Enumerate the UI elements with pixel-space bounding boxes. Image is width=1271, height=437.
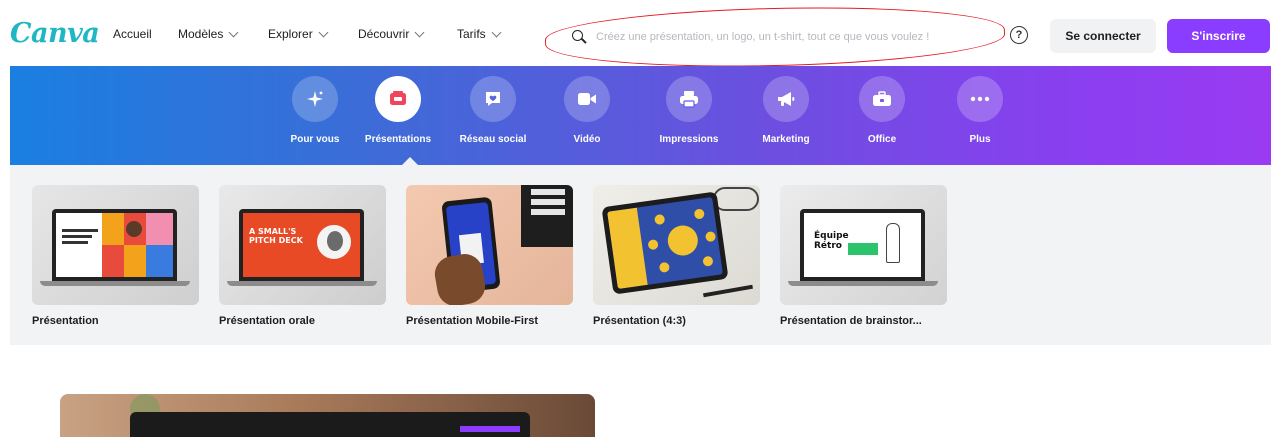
nav-tarifs-label: Tarifs <box>457 27 486 41</box>
category-impressions[interactable]: Impressions <box>643 76 735 145</box>
help-icon[interactable]: ? <box>1010 26 1028 44</box>
category-plus[interactable]: Plus <box>934 76 1026 145</box>
hero-preview-image <box>60 394 595 437</box>
briefcase-icon <box>859 76 905 122</box>
canva-logo[interactable]: Canva <box>10 18 100 49</box>
category-label: Plus <box>969 134 991 145</box>
chevron-down-icon <box>318 27 329 37</box>
printer-icon <box>666 76 712 122</box>
chevron-down-icon <box>228 27 239 37</box>
template-card-presentation-brainstorming[interactable]: Équipe Rétro Présentation de brainstor..… <box>780 185 947 327</box>
sparkle-icon <box>292 76 338 122</box>
category-label: Vidéo <box>573 134 601 145</box>
template-card-presentation-4-3[interactable]: Présentation (4:3) <box>593 185 760 327</box>
template-thumbnail: Équipe Rétro <box>780 185 947 305</box>
laptop-base <box>227 281 377 286</box>
laptop-base <box>40 281 190 286</box>
heart-chat-icon <box>470 76 516 122</box>
category-reseau-social[interactable]: Réseau social <box>447 76 539 145</box>
category-label: Présentations <box>364 134 432 145</box>
search-bar[interactable] <box>560 22 988 52</box>
category-label: Impressions <box>659 134 719 145</box>
megaphone-icon <box>763 76 809 122</box>
nav-modeles-label: Modèles <box>178 27 224 41</box>
signup-button[interactable]: S'inscrire <box>1167 19 1270 53</box>
laptop-mockup <box>52 209 177 281</box>
template-label: Présentation (4:3) <box>593 315 686 327</box>
laptop-screen-preview <box>130 412 530 437</box>
category-label: Office <box>867 134 897 145</box>
nav-accueil[interactable]: Accueil <box>113 27 152 41</box>
chevron-down-icon <box>491 27 502 37</box>
active-category-caret <box>402 157 418 165</box>
nav-modeles[interactable]: Modèles <box>178 27 239 41</box>
template-card-presentation-mobile-first[interactable]: Présentation Mobile-First <box>406 185 573 327</box>
template-card-presentation-orale[interactable]: A SMALL'S PITCH DECK Présentation orale <box>219 185 386 327</box>
template-thumbnail <box>593 185 760 305</box>
category-label: Marketing <box>762 134 810 145</box>
template-label: Présentation de brainstor... <box>780 315 922 327</box>
nav-explorer-label: Explorer <box>268 27 313 41</box>
category-video[interactable]: Vidéo <box>541 76 633 145</box>
category-label: Réseau social <box>459 134 527 145</box>
tablet-mockup <box>601 191 729 295</box>
more-dots-icon <box>957 76 1003 122</box>
nav-explorer[interactable]: Explorer <box>268 27 329 41</box>
category-presentations[interactable]: Présentations <box>352 76 444 145</box>
nav-tarifs[interactable]: Tarifs <box>457 27 502 41</box>
category-marketing[interactable]: Marketing <box>740 76 832 145</box>
video-camera-icon <box>564 76 610 122</box>
chevron-down-icon <box>414 27 425 37</box>
laptop-mockup: Équipe Rétro <box>800 209 925 281</box>
thumb-title-text: A SMALL'S PITCH DECK <box>249 227 303 245</box>
template-thumbnail <box>32 185 199 305</box>
laptop-mockup: A SMALL'S PITCH DECK <box>239 209 364 281</box>
nav-decouvrir-label: Découvrir <box>358 27 410 41</box>
search-input[interactable] <box>596 31 986 43</box>
search-icon <box>572 30 586 44</box>
template-card-presentation[interactable]: Présentation <box>32 185 199 327</box>
template-label: Présentation Mobile-First <box>406 315 539 327</box>
laptop-base <box>788 281 938 286</box>
template-label: Présentation orale <box>219 315 315 327</box>
template-label: Présentation <box>32 315 99 327</box>
login-button[interactable]: Se connecter <box>1050 19 1156 53</box>
template-thumbnail: A SMALL'S PITCH DECK <box>219 185 386 305</box>
nav-decouvrir[interactable]: Découvrir <box>358 27 425 41</box>
top-navigation-bar: Canva Accueil Modèles Explorer Découvrir… <box>0 0 1271 72</box>
nav-accueil-label: Accueil <box>113 27 152 41</box>
template-row: Présentation A SMALL'S PITCH DECK Présen… <box>10 165 1271 345</box>
category-band: Pour vous Présentations Réseau social Vi… <box>10 66 1271 165</box>
category-pour-vous[interactable]: Pour vous <box>269 76 361 145</box>
template-thumbnail <box>406 185 573 305</box>
category-label: Pour vous <box>290 134 340 145</box>
category-office[interactable]: Office <box>836 76 928 145</box>
presentation-icon <box>375 76 421 122</box>
